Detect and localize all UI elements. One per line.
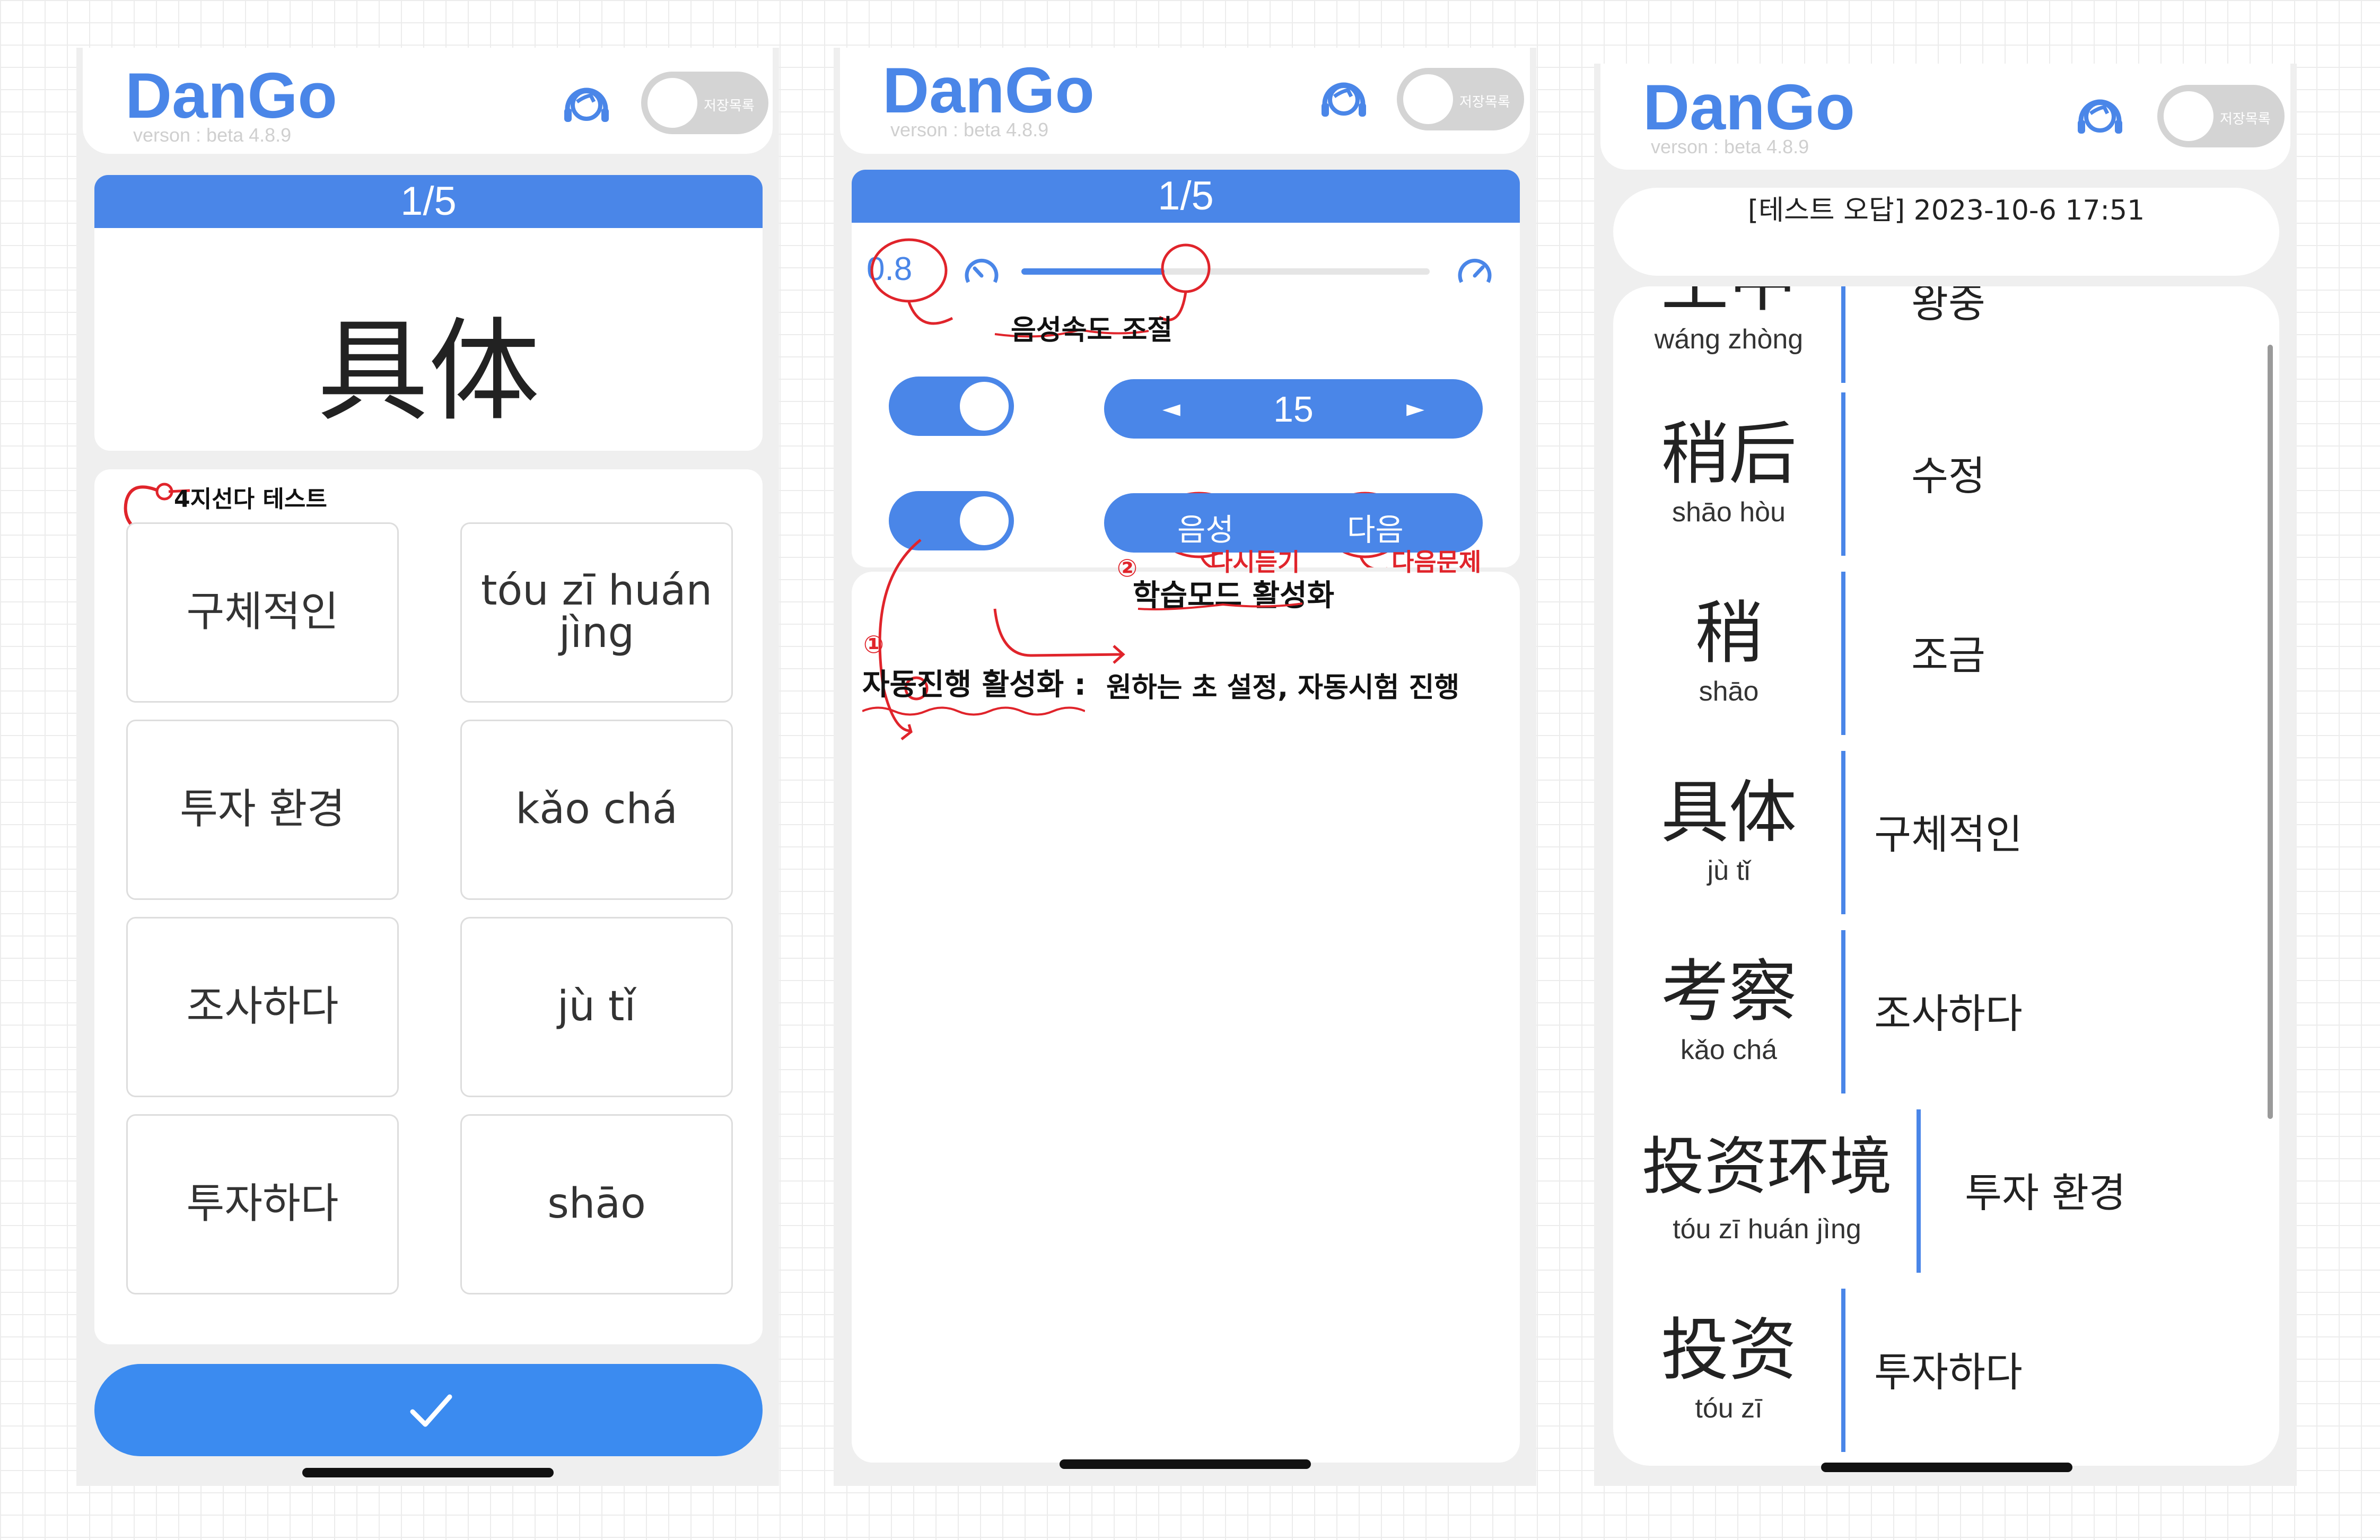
app-header: DanGo verson : beta 4.8.9 저장목록 [1600,64,2290,170]
annotation-text: 4지선다 테스트 [174,486,327,513]
option-button[interactable]: 구체적인 [126,522,399,703]
result-title: [테스트 오답] 2023-10-6 17:51 [1613,188,2279,276]
hanzi-text: 具体 [1660,773,1797,852]
option-button[interactable]: 투자하다 [126,1114,399,1294]
submit-button[interactable] [94,1364,763,1456]
option-button[interactable]: kǎo chá [460,720,733,900]
list-item[interactable]: 投资 tóu zī 투자하다 [1613,1289,2279,1452]
toggle-label: 저장목록 [2220,111,2271,127]
pinyin-text: wáng zhòng [1654,324,1804,355]
quiz-screen: DanGo verson : beta 4.8.9 저장목록 1/5 具体 4지… [76,48,779,1486]
pinyin-text: shāo [1699,676,1759,707]
saved-list-toggle[interactable]: 저장목록 [1397,68,1524,130]
hanzi-text: 投资 [1660,1311,1797,1390]
list-item[interactable]: 王中 wáng zhòng 왕중 [1613,286,2279,383]
list-item[interactable]: 稍 shāo 조금 [1613,572,2279,735]
content-area: 다시듣기 다음문제 ② 학습모드 활성화 ① 자동진행 활성화 : 원하는 초 … [852,539,1520,1463]
version-label: verson : beta 4.8.9 [133,124,292,146]
toggle-knob [648,78,697,128]
headset-icon[interactable] [2073,90,2127,143]
meaning-text: 투자하다 [1874,1349,2023,1396]
word-card: 具体 [94,228,763,451]
result-screen: DanGo verson : beta 4.8.9 저장목록 [테스트 오답] … [1594,64,2297,1486]
option-button[interactable]: 투자 환경 [126,720,399,900]
hanzi-text: 考察 [1660,952,1797,1031]
hanzi-text: 稍 [1694,594,1763,673]
headset-icon[interactable] [1317,73,1370,126]
list-item[interactable]: 具体 jù tǐ 구체적인 [1613,751,2279,914]
app-header: DanGo verson : beta 4.8.9 저장목록 [840,48,1530,154]
home-indicator [302,1468,554,1477]
home-indicator [1821,1463,2072,1472]
check-icon [410,1394,452,1427]
app-logo: DanGo [882,54,1095,126]
list-item[interactable]: 考察 kǎo chá 조사하다 [1613,930,2279,1093]
hanzi-text: 王中 [1633,286,1824,324]
version-label: verson : beta 4.8.9 [1651,136,1809,158]
pinyin-text: jù tǐ [1707,855,1751,886]
pinyin-text: tóu zī huán jìng [1673,1214,1861,1245]
option-button[interactable]: 조사하다 [126,917,399,1097]
pinyin-text: tóu zī [1695,1393,1763,1424]
hanzi-text: 稍后 [1660,415,1797,494]
pinyin-text: shāo hòu [1672,497,1786,528]
hanzi-text: 投资环境 [1641,1130,1892,1203]
meaning-text: 조금 [1911,632,1985,679]
meaning-text: 조사하다 [1874,990,2023,1037]
toggle-label: 저장목록 [704,98,755,114]
progress-indicator: 1/5 [852,170,1520,223]
toggle-knob [2164,91,2213,141]
toggle-label: 저장목록 [1459,94,1510,110]
progress-indicator: 1/5 [94,175,763,228]
version-label: verson : beta 4.8.9 [890,119,1049,141]
toggle-knob [1403,74,1453,124]
app-logo: DanGo [1643,71,1855,143]
settings-screen: DanGo verson : beta 4.8.9 저장목록 1/5 0.8 음… [834,48,1536,1486]
auto-play-number: ① [863,630,884,659]
home-indicator [1060,1459,1311,1469]
auto-play-desc: 원하는 초 설정, 자동시험 진행 [1106,672,1460,704]
underline-icon [862,706,1085,716]
saved-list-toggle[interactable]: 저장목록 [641,72,768,134]
list-item[interactable]: 稍后 shāo hòu 수정 [1613,392,2279,556]
app-logo: DanGo [125,59,337,132]
option-button[interactable]: jù tǐ [460,917,733,1097]
app-header: DanGo verson : beta 4.8.9 저장목록 [83,48,773,154]
headset-icon[interactable] [560,78,613,132]
wrong-answer-list: 王中 wáng zhòng 왕중 稍后 shāo hòu 수정 稍 shāo 조… [1613,286,2279,1466]
meaning-text: 왕중 [1911,286,1985,327]
meaning-text: 투자 환경 [1965,1169,2126,1217]
saved-list-toggle[interactable]: 저장목록 [2157,85,2285,147]
list-item[interactable]: 投资环境 tóu zī huán jìng 투자 환경 [1613,1109,2279,1273]
speed-annotation: 음성속도 조절 [1011,314,1173,346]
pinyin-text: kǎo chá [1680,1035,1778,1065]
option-button[interactable]: tóu zī huán jìng [460,522,733,703]
question-word: 具体 [317,307,540,436]
meaning-text: 구체적인 [1874,811,2023,858]
meaning-text: 수정 [1911,452,1985,500]
options-panel: 4지선다 테스트 구체적인 tóu zī huán jìng 투자 환경 kǎo… [94,469,763,1344]
option-button[interactable]: shāo [460,1114,733,1294]
auto-play-note: 자동진행 활성화 : [862,668,1087,702]
